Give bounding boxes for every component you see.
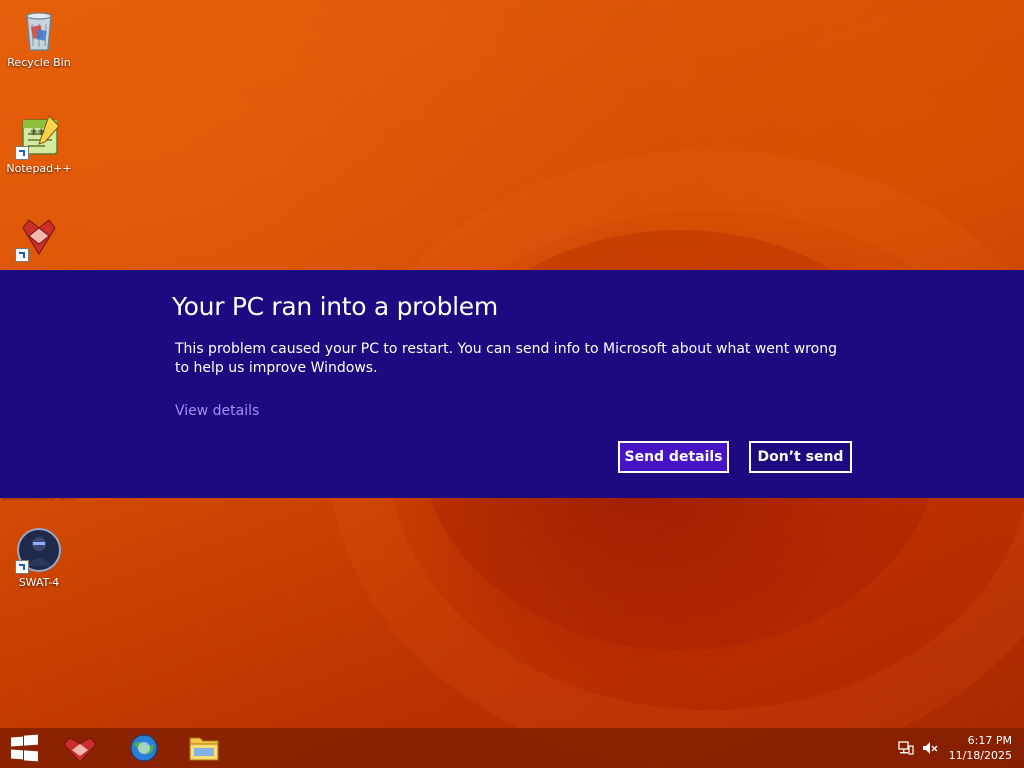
view-details-link[interactable]: View details: [175, 403, 259, 419]
globe-browser-icon: [130, 734, 158, 762]
red-diamond-app-icon: [15, 214, 63, 262]
recycle-bin-icon: [15, 6, 63, 54]
taskbar-app-file-explorer[interactable]: [184, 732, 224, 764]
send-details-button[interactable]: Send details: [618, 441, 729, 473]
taskbar-app-red-diamond[interactable]: [60, 732, 100, 764]
start-button[interactable]: [4, 732, 44, 764]
desktop-icon-label: Recycle Bin: [7, 56, 71, 69]
desktop: Recycle Bin ++ Notepad++ Stetchkov S..: [0, 0, 1024, 768]
error-title: Your PC ran into a problem: [172, 292, 498, 321]
windows-logo-icon: [11, 734, 38, 762]
dont-send-button[interactable]: Don’t send: [749, 441, 852, 473]
notepad-plus-plus-icon: ++: [15, 112, 63, 160]
red-diamond-app-icon: [63, 737, 97, 763]
taskbar: 6:17 PM 11/18/2025: [0, 728, 1024, 768]
shortcut-arrow-icon: [15, 248, 29, 262]
error-message: This problem caused your PC to restart. …: [175, 341, 837, 376]
error-dialog: [0, 270, 1024, 498]
clock-time: 6:17 PM: [967, 734, 1012, 747]
network-tray-icon[interactable]: [898, 740, 914, 756]
shortcut-arrow-icon: [15, 146, 29, 160]
swat-4-icon: [15, 526, 63, 574]
desktop-icon-red-diamond-app[interactable]: [1, 214, 77, 264]
desktop-icon-recycle-bin[interactable]: Recycle Bin: [1, 6, 77, 69]
desktop-icon-notepad-plus-plus[interactable]: ++ Notepad++: [1, 112, 77, 175]
network-icon: [898, 741, 914, 755]
taskbar-app-browser[interactable]: [124, 732, 164, 764]
taskbar-clock[interactable]: 6:17 PM 11/18/2025: [922, 733, 1012, 763]
shortcut-arrow-icon: [15, 560, 29, 574]
svg-text:++: ++: [30, 127, 45, 137]
clock-date: 11/18/2025: [948, 749, 1012, 762]
desktop-icon-label: SWAT-4: [18, 576, 60, 589]
desktop-icon-swat-4[interactable]: SWAT-4: [1, 526, 77, 589]
desktop-icon-label: Notepad++: [6, 162, 72, 175]
file-explorer-icon: [189, 737, 219, 761]
